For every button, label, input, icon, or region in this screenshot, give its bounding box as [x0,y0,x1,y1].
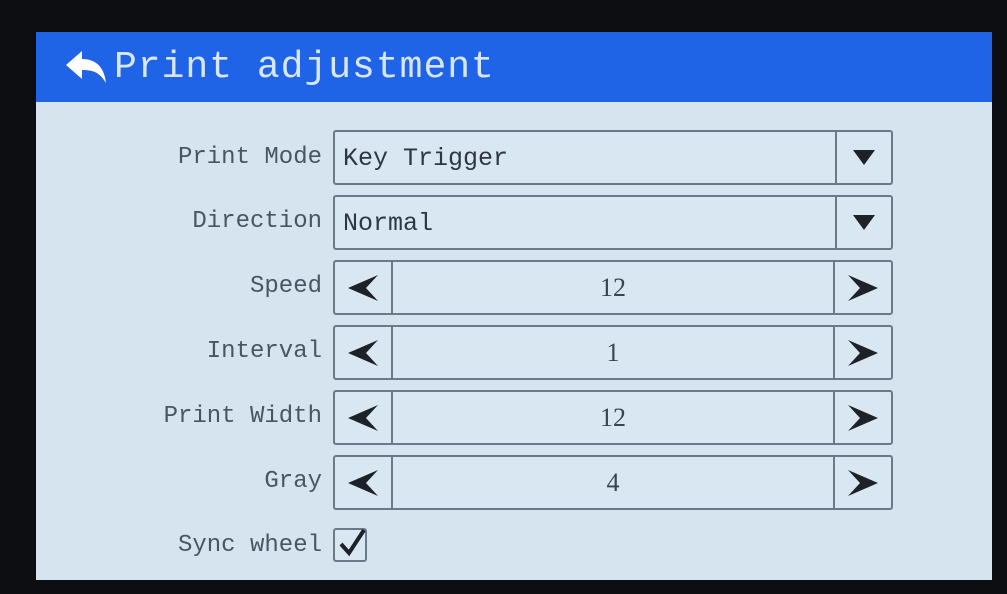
interval-increase-button[interactable] [833,327,891,378]
print-mode-dropdown-button[interactable] [835,132,891,183]
arrow-left-icon [348,404,378,431]
interval-value: 1 [606,337,620,367]
print-width-label: Print Width [163,403,322,430]
sync-wheel-checkbox[interactable] [333,528,367,562]
arrow-left-icon [348,469,378,496]
print-mode-select[interactable]: Key Trigger [333,130,893,185]
print-mode-value: Key Trigger [343,144,509,173]
chevron-down-icon [853,150,875,165]
page-title: Print adjustment [114,45,495,89]
gray-label: Gray [264,468,322,495]
checkmark-icon [339,528,366,557]
chevron-down-icon [853,215,875,230]
speed-stepper: 12 [333,260,893,315]
arrow-right-icon [848,339,878,366]
back-arrow-icon[interactable] [64,49,108,85]
direction-dropdown-button[interactable] [835,197,891,248]
screen: Print adjustment Print Mode Key Trigger … [36,32,992,580]
interval-stepper: 1 [333,325,893,380]
gray-stepper: 4 [333,455,893,510]
print-mode-label: Print Mode [177,144,322,171]
print-width-value: 12 [600,402,626,432]
print-width-stepper: 12 [333,390,893,445]
speed-label: Speed [249,273,322,300]
interval-decrease-button[interactable] [335,327,393,378]
direction-label: Direction [192,208,322,235]
gray-value: 4 [606,467,620,497]
arrow-right-icon [848,469,878,496]
speed-increase-button[interactable] [833,262,891,313]
direction-select[interactable]: Normal [333,195,893,250]
print-width-decrease-button[interactable] [335,392,393,443]
title-bar: Print adjustment [36,32,992,102]
interval-label: Interval [206,338,322,365]
speed-value: 12 [600,272,626,302]
arrow-right-icon [848,274,878,301]
speed-decrease-button[interactable] [335,262,393,313]
arrow-right-icon [848,404,878,431]
print-width-increase-button[interactable] [833,392,891,443]
arrow-left-icon [348,274,378,301]
gray-decrease-button[interactable] [335,457,393,508]
sync-wheel-label: Sync wheel [177,532,322,559]
gray-increase-button[interactable] [833,457,891,508]
direction-value: Normal [343,209,434,238]
arrow-left-icon [348,339,378,366]
